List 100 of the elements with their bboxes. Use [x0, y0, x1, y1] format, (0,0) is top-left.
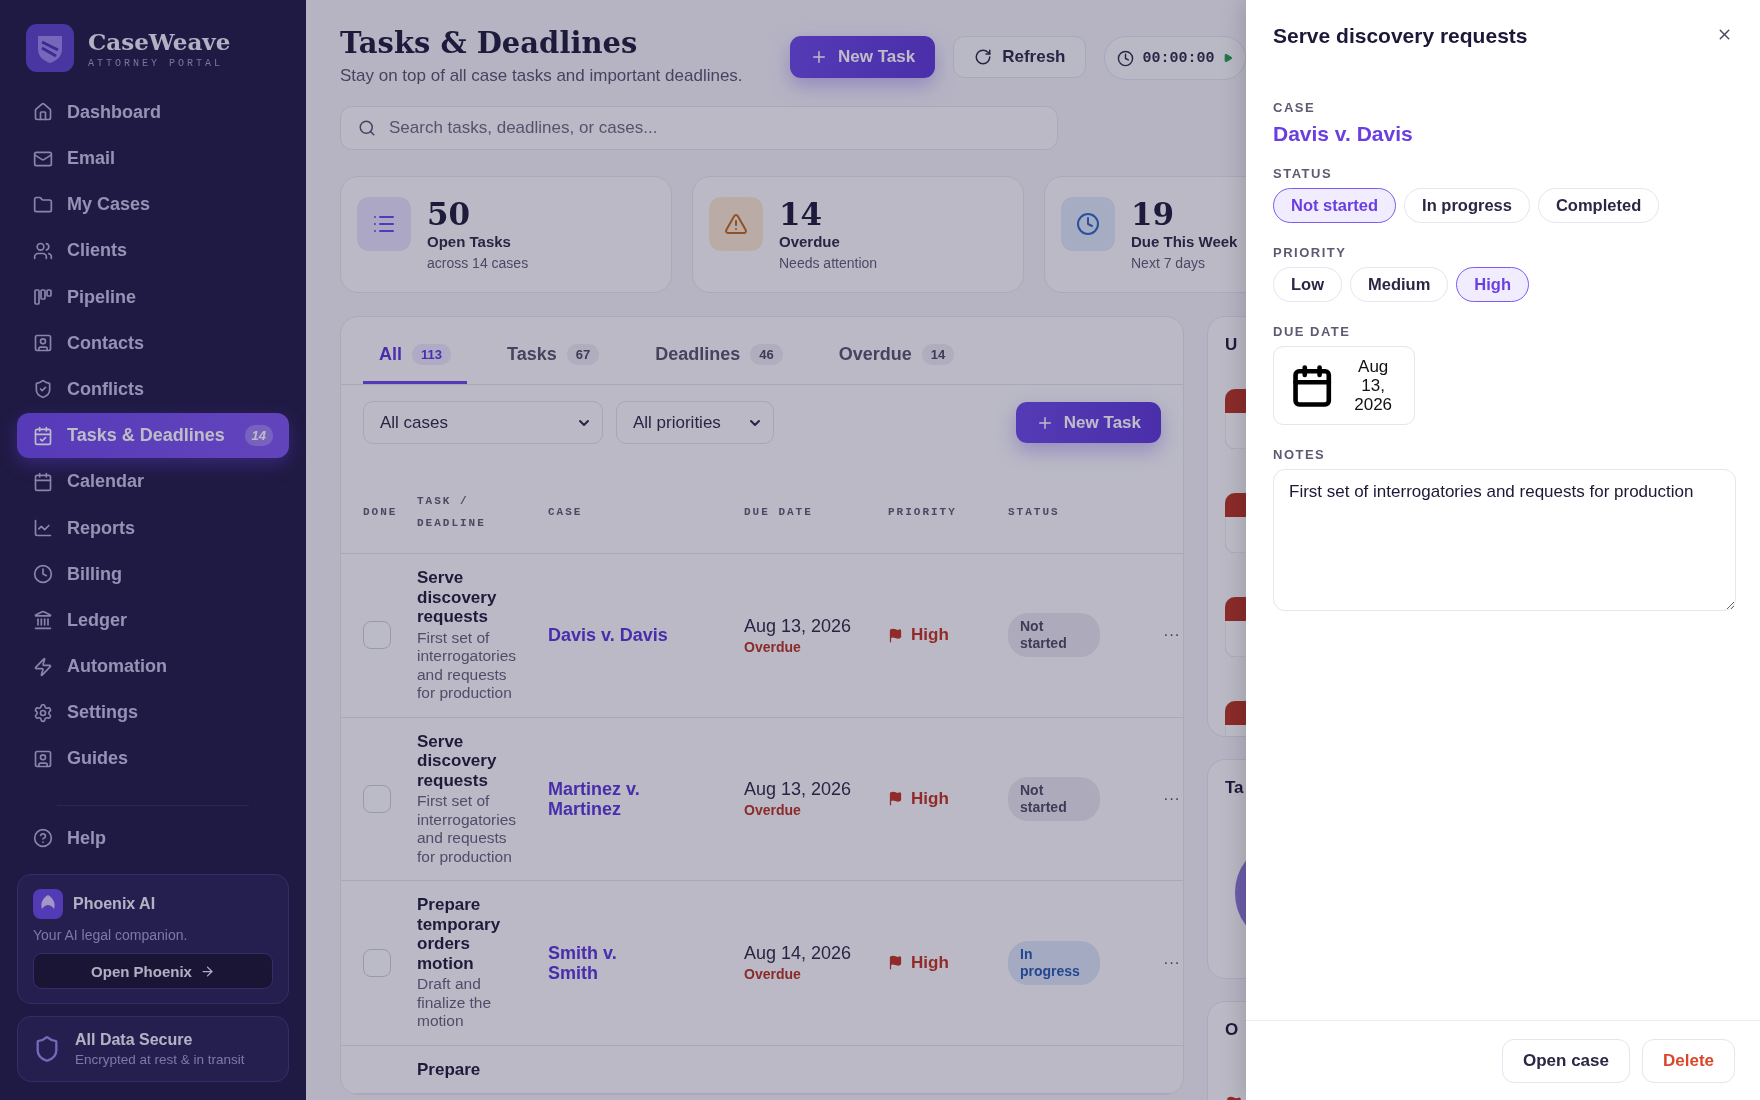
case-link[interactable]: Martinez v. Martinez: [548, 778, 668, 819]
tab[interactable]: Tasks 67: [491, 317, 616, 384]
priority-label: High: [911, 952, 949, 973]
flag-icon: [888, 791, 903, 807]
status-badge: In progress: [1008, 940, 1100, 985]
nav-item[interactable]: Tasks & Deadlines 14: [17, 413, 289, 458]
stat-note: across 14 cases: [427, 255, 529, 271]
brand-tagline: ATTORNEY PORTAL: [88, 57, 224, 69]
task-description: First set of interrogatories and requests for production: [417, 628, 518, 703]
overdue-label: Overdue: [744, 802, 802, 819]
column-header: TASK / DEADLINE: [417, 493, 487, 531]
case-link[interactable]: Smith v. Smith: [548, 942, 668, 983]
lightning-icon: [33, 656, 53, 677]
stat-value: 19: [1131, 197, 1176, 231]
shield-check-icon: [33, 379, 53, 400]
stat-label: Overdue: [779, 233, 841, 250]
column-header: DUE DATE: [744, 504, 814, 520]
due-date: Aug 13, 2026: [744, 779, 853, 801]
more-actions-button[interactable]: ···: [1163, 788, 1180, 809]
nav-item[interactable]: Automation: [17, 644, 289, 689]
settings-icon: [33, 702, 53, 723]
logo-icon: [26, 24, 74, 72]
nav-item[interactable]: Contacts: [17, 320, 289, 366]
nav-item[interactable]: Dashboard: [17, 90, 289, 135]
status-option[interactable]: In progress: [1404, 188, 1530, 223]
security-subtitle: Encrypted at rest & in transit: [75, 1052, 245, 1067]
nav-item[interactable]: Settings: [17, 690, 289, 736]
nav-item[interactable]: Clients: [17, 228, 289, 274]
more-actions-button[interactable]: ···: [1163, 625, 1180, 646]
nav-item[interactable]: My Cases: [17, 182, 289, 228]
field-label: STATUS: [1273, 166, 1334, 181]
page-title: Tasks & Deadlines: [340, 26, 639, 60]
column-header: DONE: [363, 504, 399, 520]
tab[interactable]: Deadlines 46: [639, 317, 799, 384]
filter-dropdown[interactable]: All cases: [363, 401, 603, 444]
priority-option[interactable]: Low: [1273, 267, 1342, 302]
done-checkbox[interactable]: [363, 784, 391, 813]
home-icon: [33, 102, 53, 123]
warning-icon: [724, 212, 748, 236]
help-link[interactable]: Help: [17, 815, 289, 861]
task-title: Prepare temporary orders motion: [417, 895, 502, 973]
refresh-button[interactable]: Refresh: [953, 36, 1087, 78]
timer[interactable]: 00:00:00: [1104, 36, 1246, 80]
case-link[interactable]: Davis v. Davis: [1273, 122, 1413, 145]
status-option[interactable]: Completed: [1537, 188, 1660, 223]
stat-label: Open Tasks: [427, 233, 512, 250]
priority-option[interactable]: High: [1456, 267, 1529, 302]
column-header: CASE: [548, 504, 584, 520]
tab[interactable]: Overdue 14: [822, 317, 971, 384]
assistant-tagline: Your AI legal companion.: [33, 927, 189, 943]
stat-note: Next 7 days: [1131, 255, 1206, 271]
task-description: First set of interrogatories and requests for production: [417, 792, 518, 866]
notes-field[interactable]: First set of interrogatories and requests for production: [1273, 469, 1736, 611]
column-header: STATUS: [1008, 504, 1061, 520]
done-checkbox[interactable]: [363, 948, 391, 977]
phoenix-logo-icon: [33, 889, 63, 919]
field-label: DUE DATE: [1273, 324, 1352, 339]
nav-item[interactable]: Guides: [17, 736, 289, 782]
nav-item[interactable]: Pipeline: [17, 274, 289, 320]
status-badge: Not started: [1008, 613, 1100, 658]
new-task-button[interactable]: New Task: [790, 36, 936, 78]
priority-option[interactable]: Medium: [1350, 267, 1449, 302]
nav-item[interactable]: Conflicts: [17, 367, 289, 412]
stat-note: Needs attention: [779, 255, 878, 271]
stat-label: Due This Week: [1131, 233, 1238, 250]
nav-item[interactable]: Billing: [17, 551, 289, 597]
open-assistant-button[interactable]: Open Phoenix: [33, 953, 273, 989]
brand-name: CaseWeave: [88, 27, 231, 55]
play-icon: [1222, 53, 1233, 63]
nav-item[interactable]: Calendar: [17, 459, 289, 505]
users-icon: [33, 240, 53, 261]
nav-item[interactable]: Ledger: [17, 598, 289, 643]
filter-dropdown[interactable]: All priorities: [616, 401, 774, 444]
status-option[interactable]: Not started: [1273, 188, 1397, 223]
tab-count: 113: [412, 343, 451, 365]
overdue-label: Overdue: [744, 966, 802, 983]
assistant-name: Phoenix AI: [73, 895, 156, 913]
field-label: PRIORITY: [1273, 245, 1348, 260]
open-case-button[interactable]: Open case: [1501, 1038, 1630, 1083]
search-icon: [358, 119, 376, 137]
case-link[interactable]: Davis v. Davis: [548, 625, 668, 646]
delete-button[interactable]: Delete: [1641, 1038, 1735, 1083]
arrow-right-icon: [199, 963, 215, 979]
nav-item[interactable]: Email: [17, 136, 289, 181]
done-checkbox[interactable]: [363, 621, 391, 650]
clock-icon: [1117, 49, 1135, 67]
nav-item[interactable]: Reports: [17, 505, 289, 551]
flag-icon: [888, 627, 903, 643]
date-field[interactable]: Aug 13, 2026: [1273, 346, 1415, 425]
card-title: U: [1225, 335, 1239, 355]
more-actions-button[interactable]: ···: [1163, 952, 1180, 973]
due-date: Aug 13, 2026: [744, 615, 853, 637]
folder-icon: [33, 194, 53, 215]
new-task-button[interactable]: New Task: [1015, 402, 1161, 443]
bank-icon: [33, 610, 53, 631]
task-title: Prepare: [417, 1059, 482, 1079]
tab[interactable]: All 113: [363, 317, 467, 384]
task-description: Draft and finalize the motion: [417, 975, 493, 1031]
search-field[interactable]: Search tasks, deadlines, or cases...: [340, 106, 1058, 150]
field-label: NOTES: [1273, 447, 1327, 462]
